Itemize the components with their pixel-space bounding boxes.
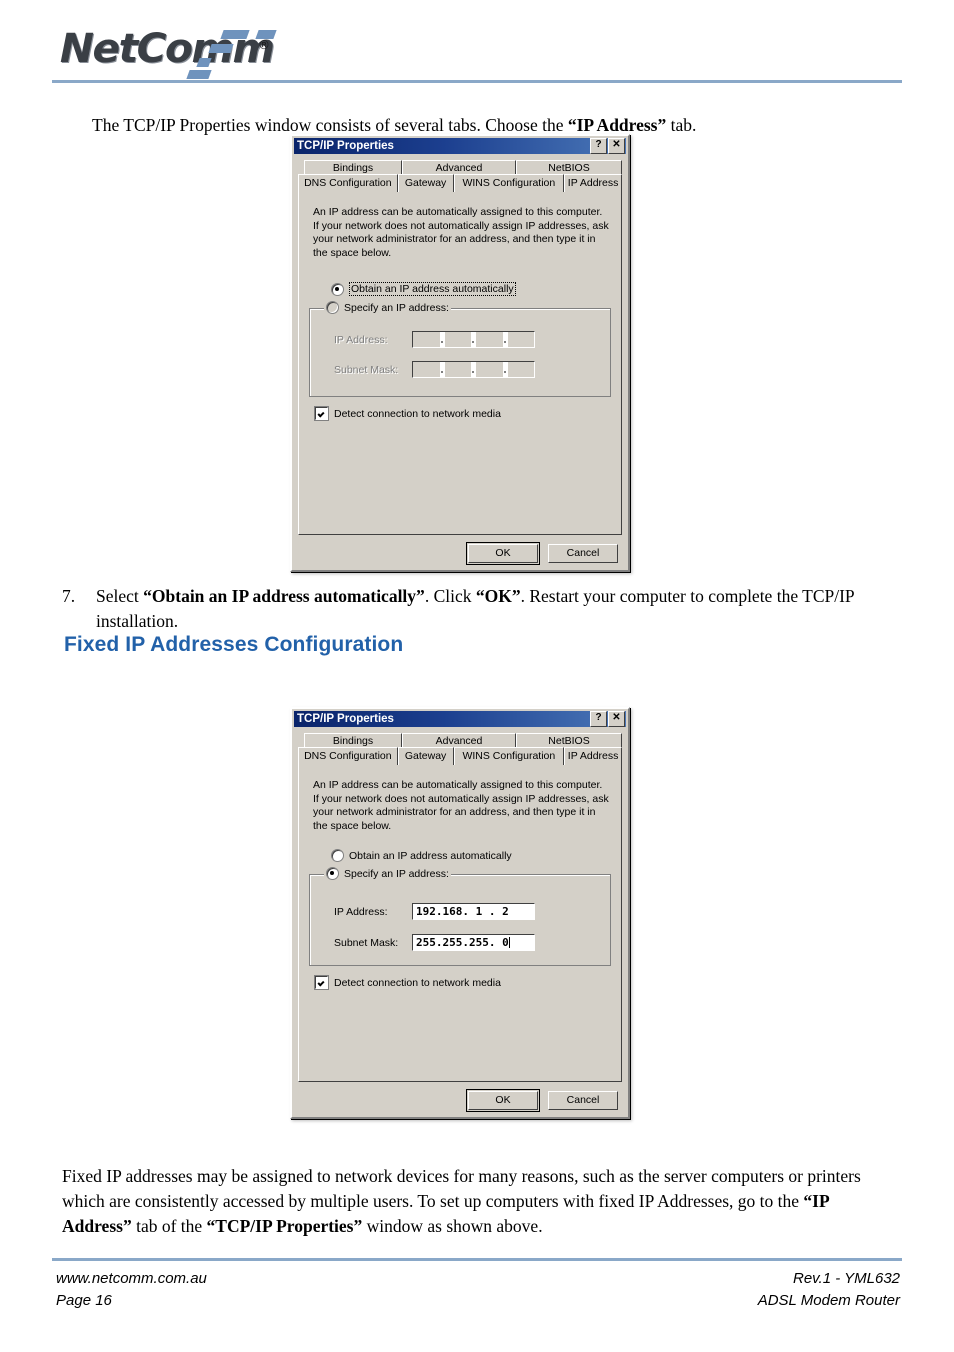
dialog2-body: Bindings Advanced NetBIOS DNS Configurat… <box>292 727 628 1117</box>
bottom-text-1: Fixed IP addresses may be assigned to ne… <box>62 1165 861 1211</box>
dialog1-tab-row-bottom: DNS Configuration Gateway WINS Configura… <box>298 174 622 192</box>
dialog1-detect-connection-row[interactable]: Detect connection to network media <box>314 406 611 421</box>
bottom-text-3: window as shown above. <box>362 1215 543 1236</box>
step-7-bold-ok: “OK” <box>475 585 521 606</box>
dialog2-specify-groupbox: Specify an IP address: IP Address: 192.1… <box>309 867 611 966</box>
subnet-mask-input[interactable]: 255.255.255. 0 <box>412 934 535 951</box>
ok-button[interactable]: OK <box>466 1089 540 1112</box>
logo-dash-icon <box>186 70 212 79</box>
dialog1-radio-specify-label: Specify an IP address: <box>344 301 449 314</box>
radio-button-icon[interactable] <box>326 301 339 314</box>
bottom-paragraph: Fixed IP addresses may be assigned to ne… <box>62 1164 862 1239</box>
help-icon[interactable]: ? <box>590 711 607 727</box>
radio-button-icon[interactable] <box>326 867 339 880</box>
footer-revision: Rev.1 - YML632 <box>793 1270 900 1287</box>
document-page: NetComm ® The TCP/IP Properties window c… <box>0 0 954 1352</box>
tab-wins-configuration[interactable]: WINS Configuration <box>453 174 565 192</box>
dialog1-body: Bindings Advanced NetBIOS DNS Configurat… <box>292 154 628 570</box>
dialog2-description: An IP address can be automatically assig… <box>313 779 609 832</box>
section-heading-fixed-ip: Fixed IP Addresses Configuration <box>64 633 404 656</box>
dialog1-titlebar[interactable]: TCP/IP Properties ? ✕ <box>294 138 626 154</box>
tcpip-properties-dialog-auto[interactable]: TCP/IP Properties ? ✕ Bindings Advanced … <box>290 134 630 572</box>
dialog2-radio-obtain-auto[interactable]: Obtain an IP address automatically <box>331 849 611 862</box>
close-icon[interactable]: ✕ <box>608 138 625 154</box>
dialog2-titlebar[interactable]: TCP/IP Properties ? ✕ <box>294 711 626 727</box>
dialog1-ip-address-label: IP Address: <box>334 333 388 346</box>
step-7-number: 7. <box>62 585 76 606</box>
dialog1-radio-obtain-auto-label: Obtain an IP address automatically <box>349 282 516 296</box>
dialog1-subnet-mask-row: Subnet Mask: <box>334 361 600 378</box>
dialog2-ip-address-label: IP Address: <box>334 905 388 918</box>
dialog1-description: An IP address can be automatically assig… <box>313 206 609 259</box>
intro-bold-ip-address: “IP Address” <box>567 114 667 135</box>
footer-page-number: Page 16 <box>56 1292 112 1309</box>
page-footer: www.netcomm.com.au Rev.1 - YML632 Page 1… <box>56 1268 900 1312</box>
dialog1-specify-groupbox: Specify an IP address: IP Address: Subne… <box>309 301 611 397</box>
ip-address-input[interactable]: 192.168. 1 . 2 <box>412 903 535 920</box>
dialog2-ip-address-row: IP Address: 192.168. 1 . 2 <box>334 903 600 920</box>
dialog2-radio-specify-label: Specify an IP address: <box>344 867 449 880</box>
registered-trademark-icon: ® <box>258 38 270 52</box>
dialog1-subnet-mask-label: Subnet Mask: <box>334 363 399 376</box>
page-header: NetComm ® <box>0 0 954 86</box>
dialog2-subnet-mask-row: Subnet Mask: 255.255.255. 0 <box>334 934 600 951</box>
footer-product-name: ADSL Modem Router <box>757 1292 900 1309</box>
dialog1-button-row: OK Cancel <box>298 542 618 565</box>
dialog2-subnet-mask-label: Subnet Mask: <box>334 936 399 949</box>
ip-address-value: 192.168. 1 . 2 <box>416 905 509 918</box>
intro-text-1: The TCP/IP Properties window consists of… <box>92 114 568 135</box>
dialog2-detect-connection-label: Detect connection to network media <box>334 976 501 989</box>
step-7-paragraph: 7. Select “Obtain an IP address automatic… <box>62 584 902 634</box>
radio-button-icon[interactable] <box>331 849 344 862</box>
ip-address-input[interactable] <box>412 331 535 348</box>
footer-website: www.netcomm.com.au <box>56 1270 207 1287</box>
step-7-bold-obtain: “Obtain an IP address automatically” <box>143 585 425 606</box>
tab-ip-address[interactable]: IP Address <box>564 174 622 192</box>
step-7-text-1: Select <box>96 585 144 606</box>
subnet-mask-value: 255.255.255. 0 <box>416 936 509 949</box>
dialog1-ip-address-panel: An IP address can be automatically assig… <box>298 191 622 535</box>
header-rule <box>52 80 902 83</box>
checkbox-icon[interactable] <box>314 975 329 990</box>
cancel-button[interactable]: Cancel <box>548 544 618 563</box>
bottom-text-2: tab of the <box>131 1215 207 1236</box>
dialog1-title: TCP/IP Properties <box>297 140 394 152</box>
subnet-mask-input[interactable] <box>412 361 535 378</box>
dialog2-radio-obtain-auto-label: Obtain an IP address automatically <box>349 849 512 862</box>
footer-rule <box>52 1258 902 1261</box>
dialog2-tab-row-bottom: DNS Configuration Gateway WINS Configura… <box>298 747 622 765</box>
tab-dns-configuration[interactable]: DNS Configuration <box>298 747 398 765</box>
dialog1-detect-connection-label: Detect connection to network media <box>334 407 501 420</box>
dialog2-detect-connection-row[interactable]: Detect connection to network media <box>314 975 611 990</box>
tab-ip-address[interactable]: IP Address <box>564 747 622 765</box>
logo-dash-icon <box>208 44 234 53</box>
dialog1-ip-address-row: IP Address: <box>334 331 600 348</box>
text-caret <box>508 937 510 948</box>
checkbox-icon[interactable] <box>314 406 329 421</box>
netcomm-logo: NetComm ® <box>60 26 292 79</box>
dialog2-title: TCP/IP Properties <box>297 713 394 725</box>
bottom-bold-tcpip-properties: “TCP/IP Properties” <box>206 1215 363 1236</box>
radio-button-icon[interactable] <box>331 282 344 296</box>
step-7-text-2: . Click <box>424 585 476 606</box>
tab-gateway[interactable]: Gateway <box>397 174 454 192</box>
tcpip-properties-dialog-fixed[interactable]: TCP/IP Properties ? ✕ Bindings Advanced … <box>290 707 630 1119</box>
logo-dash-icon <box>220 30 250 39</box>
dialog1-radio-obtain-auto[interactable]: Obtain an IP address automatically <box>331 282 611 296</box>
ok-button[interactable]: OK <box>466 542 540 565</box>
dialog2-ip-address-panel: An IP address can be automatically assig… <box>298 764 622 1082</box>
dialog2-button-row: OK Cancel <box>298 1089 618 1112</box>
dialog1-radio-specify[interactable]: Specify an IP address: <box>324 301 451 314</box>
dialog2-radio-specify[interactable]: Specify an IP address: <box>324 867 451 880</box>
cancel-button[interactable]: Cancel <box>548 1091 618 1110</box>
tab-wins-configuration[interactable]: WINS Configuration <box>453 747 565 765</box>
tab-dns-configuration[interactable]: DNS Configuration <box>298 174 398 192</box>
intro-text-2: tab. <box>666 114 697 135</box>
help-icon[interactable]: ? <box>590 138 607 154</box>
tab-gateway[interactable]: Gateway <box>397 747 454 765</box>
close-icon[interactable]: ✕ <box>608 711 625 727</box>
